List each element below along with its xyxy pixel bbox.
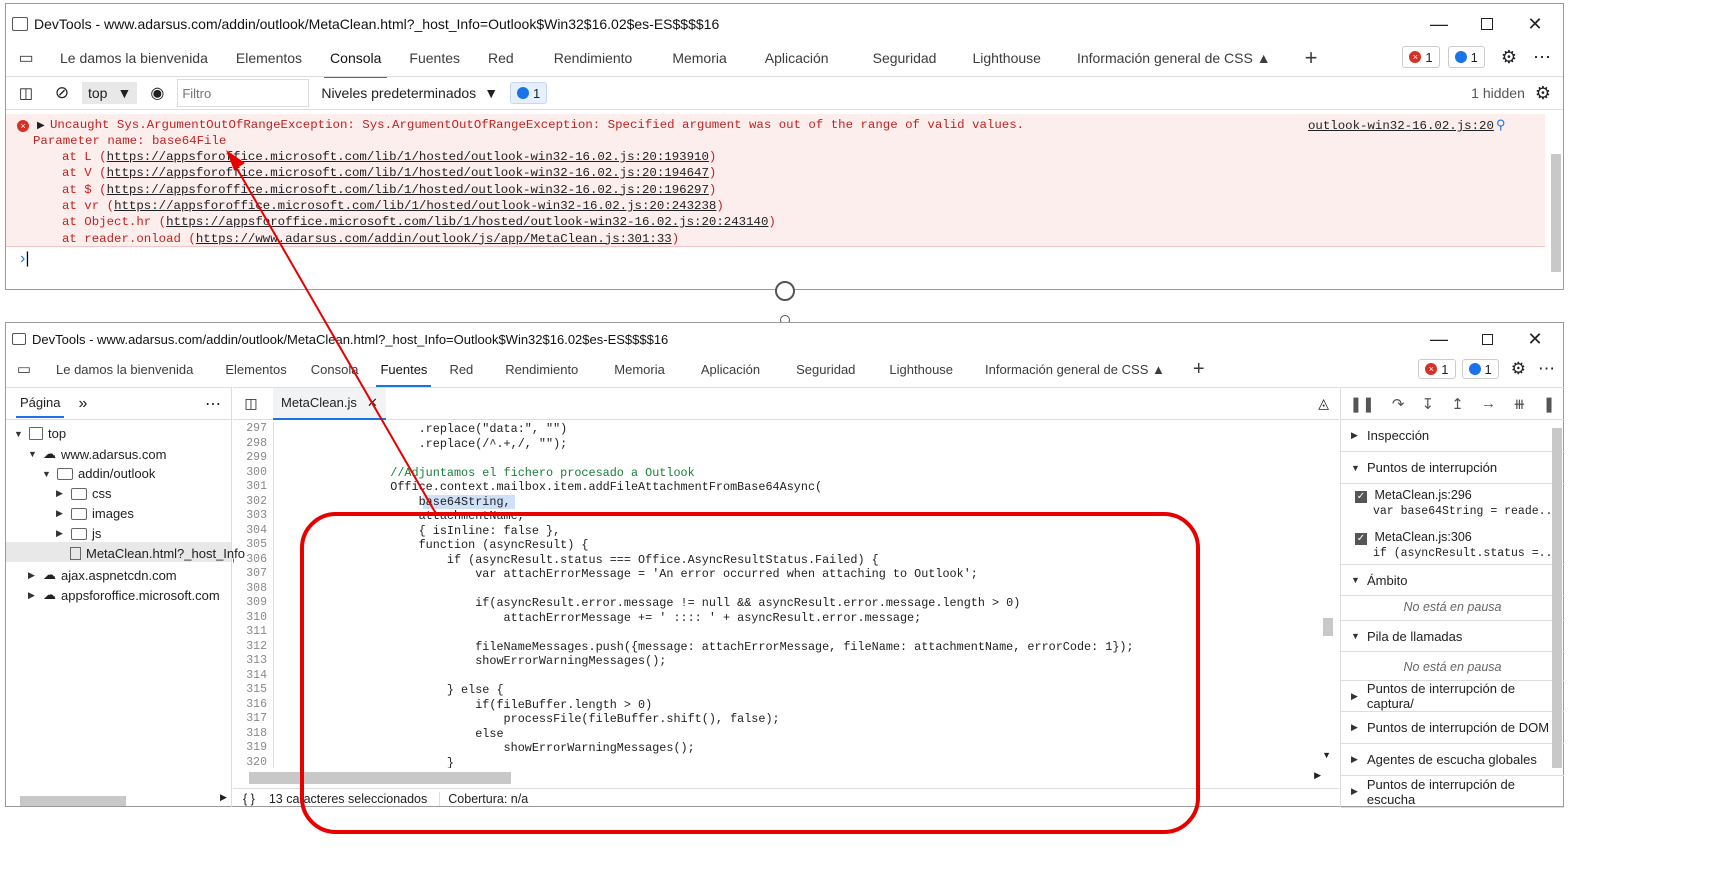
annotation-arrowhead	[226, 150, 245, 170]
annotation-highlight-box	[300, 512, 1200, 834]
annotation-arrow	[231, 159, 436, 513]
annotation-overlay	[226, 150, 1200, 834]
